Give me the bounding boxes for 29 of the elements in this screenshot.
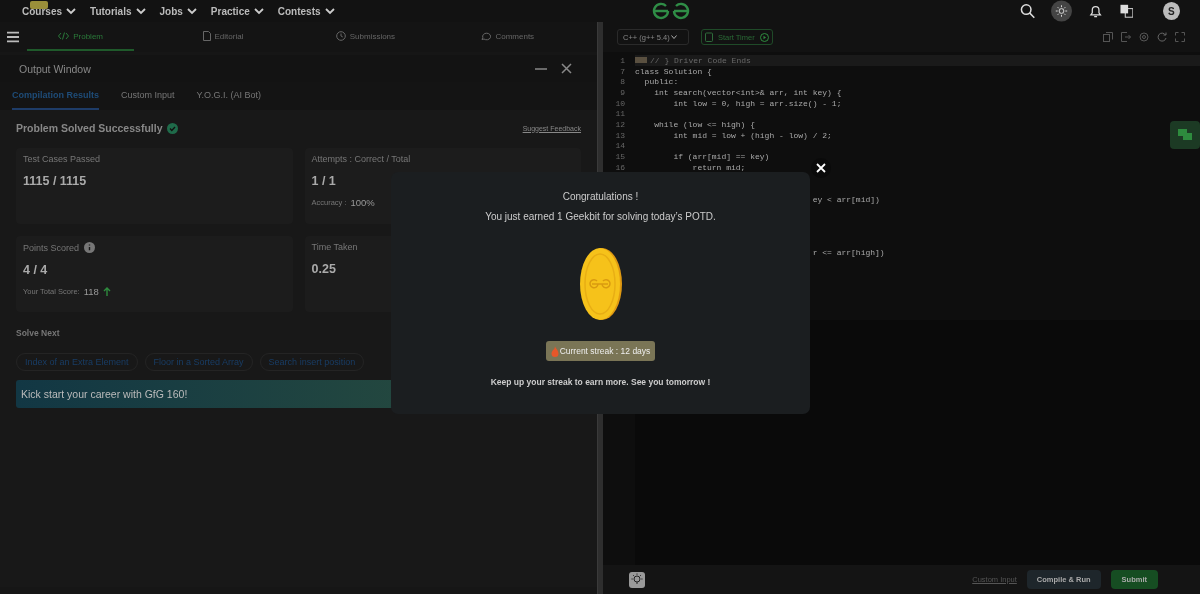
code-line: int low = 0, high = arr.size() - 1; <box>672 98 842 108</box>
detail-value: 118 <box>83 286 99 297</box>
stat-value: 1115 / 1115 <box>23 174 88 188</box>
code-line: r <= arr[high]) <box>812 248 885 258</box>
code-line: int mid = low + (high - low) / 2; <box>672 130 832 140</box>
stat-value: 0.25 <box>311 262 337 276</box>
stat-label: Attempts : Correct / Total <box>311 154 411 164</box>
banner-text: Kick start your career with GfG 160! <box>21 388 188 400</box>
stat-label: Points Scored <box>23 242 80 253</box>
stat-value: 1 / 1 <box>311 174 337 188</box>
stat-label: Time Taken <box>311 242 358 252</box>
code-line: class Solution { <box>635 66 712 76</box>
section-heading: Solve Next <box>16 328 61 338</box>
line-number: 1 <box>603 55 635 66</box>
detail-value: 100% <box>350 197 375 208</box>
stat-value: 4 / 4 <box>23 263 49 277</box>
code-comment: // } Driver Code Ends <box>650 55 751 65</box>
code-line: int search(vector<int>& arr, int key) { <box>653 87 842 97</box>
streak-text: Current streak : 12 days <box>559 346 651 356</box>
code-line: ey < arr[mid]) <box>812 194 880 204</box>
code-line: public: <box>643 77 679 87</box>
code-line: if (arr[mid] == key) <box>672 152 770 162</box>
code-line: return mid; <box>691 162 746 172</box>
panel-title: Output Window <box>19 62 92 75</box>
dialog-title: Congratulations ! <box>562 191 639 202</box>
stat-label: Test Cases Passed <box>23 154 101 164</box>
status-message: Problem Solved Successfully <box>16 122 163 134</box>
code-line: while (low <= high) { <box>653 119 756 129</box>
dialog-message: You just earned 1 Geekbit for solving today’s POTD. <box>485 211 716 222</box>
